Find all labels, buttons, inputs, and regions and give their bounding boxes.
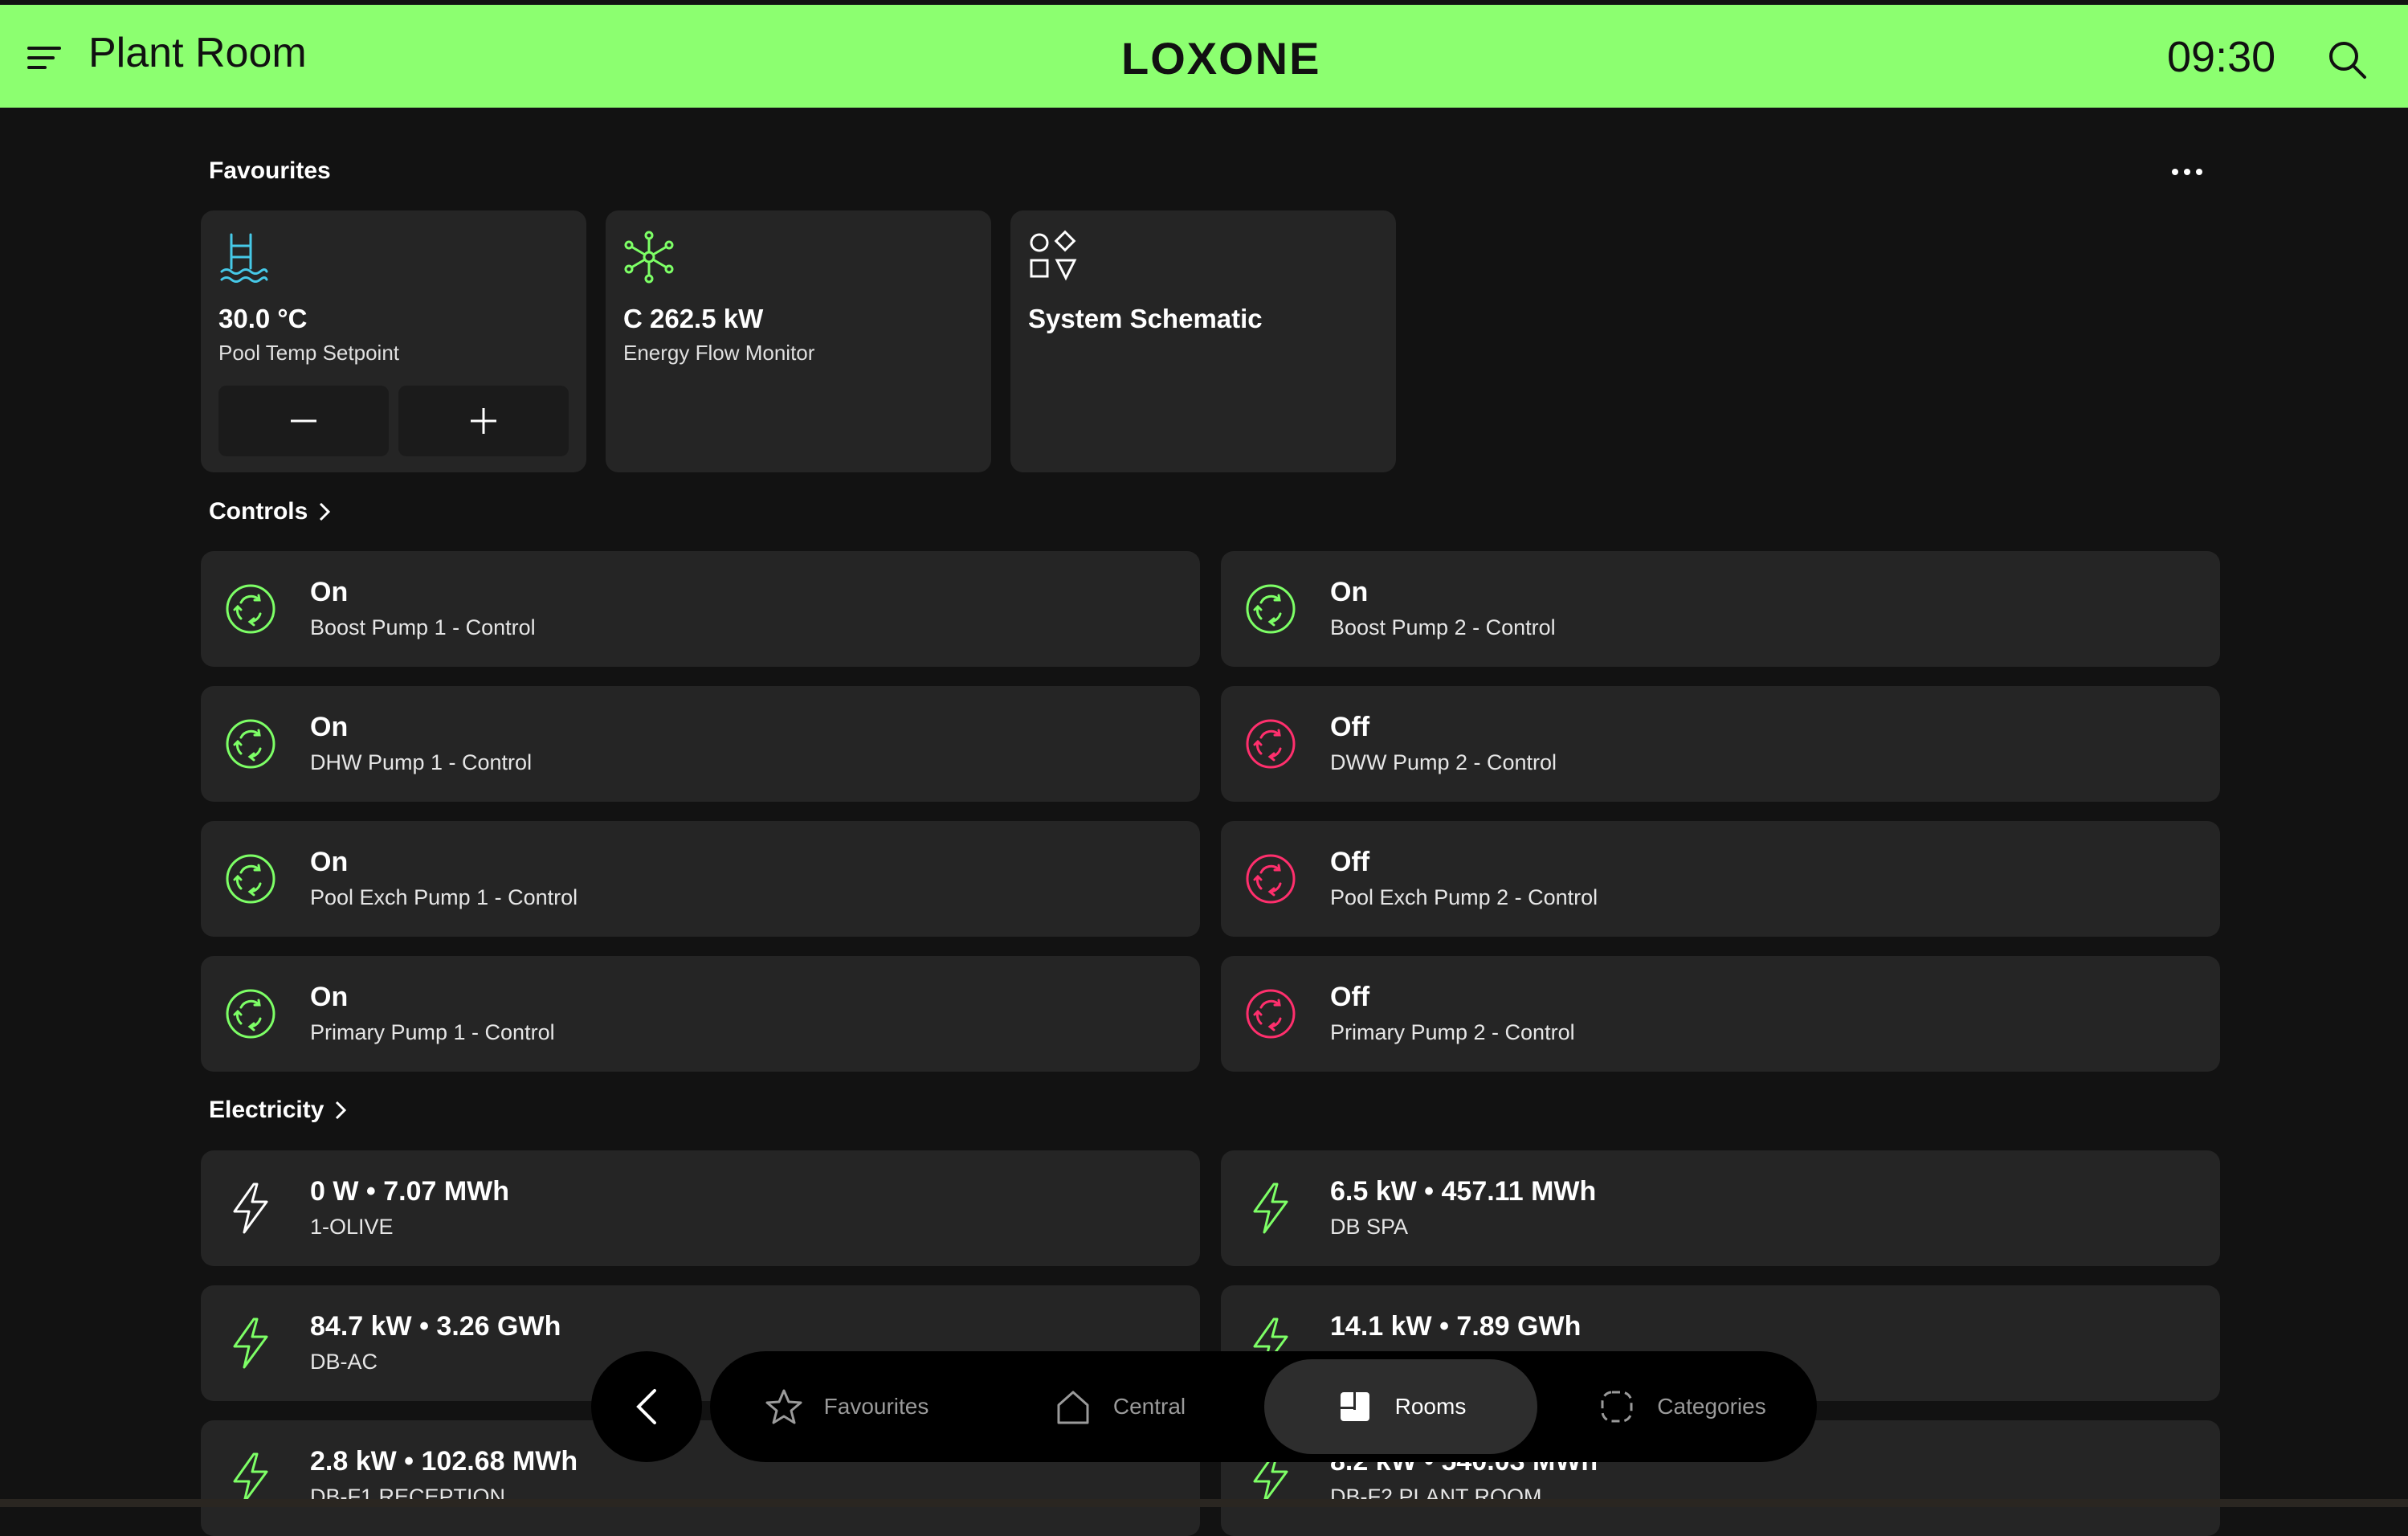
controls-title[interactable]: Controls <box>209 498 308 525</box>
pump-cycle-icon <box>1246 854 1296 904</box>
control-state: On <box>310 982 349 1012</box>
control-name: Boost Pump 2 - Control <box>1330 615 1556 639</box>
pool-temp-label: Pool Temp Setpoint <box>218 341 399 365</box>
nav-rooms-label: Rooms <box>1394 1394 1467 1419</box>
window-edge <box>0 1499 2408 1507</box>
pump-cycle-icon <box>226 989 275 1039</box>
shapes-icon <box>1030 230 1077 281</box>
control-tile[interactable]: On Boost Pump 2 - Control <box>1221 551 2220 667</box>
room-title[interactable]: Plant Room <box>88 29 307 77</box>
control-state: On <box>310 712 349 742</box>
favourite-pool-temp[interactable]: 30.0 °C Pool Temp Setpoint <box>201 210 586 472</box>
control-name: Pool Exch Pump 1 - Control <box>310 885 578 909</box>
pump-cycle-icon <box>226 854 275 904</box>
control-state: Off <box>1330 982 1370 1012</box>
lightning-icon <box>233 1452 268 1504</box>
top-bar: Plant Room LOXONE 09:30 <box>0 5 2408 108</box>
lightning-icon <box>1253 1183 1288 1234</box>
control-tile[interactable]: On Primary Pump 1 - Control <box>201 956 1200 1072</box>
meter-value: 14.1 kW • 7.89 GWh <box>1330 1311 1582 1342</box>
meter-value: 84.7 kW • 3.26 GWh <box>310 1311 561 1342</box>
nav-categories-label: Categories <box>1657 1394 1766 1419</box>
control-name: DWW Pump 2 - Control <box>1330 750 1557 774</box>
decrease-button[interactable] <box>218 386 389 456</box>
pump-cycle-icon <box>226 719 275 769</box>
brand-logo: LOXONE <box>1121 33 1321 84</box>
pump-cycle-icon <box>1246 989 1296 1039</box>
lightning-icon <box>233 1183 268 1234</box>
chevron-left-icon <box>636 1389 656 1424</box>
rooms-icon <box>1340 1392 1369 1421</box>
chevron-right-icon[interactable] <box>316 499 333 525</box>
meter-value: 2.8 kW • 102.68 MWh <box>310 1446 578 1477</box>
system-schematic-label: System Schematic <box>1028 304 1263 333</box>
clock: 09:30 <box>2167 33 2276 81</box>
electricity-heading[interactable]: Electricity <box>209 1097 349 1124</box>
control-name: Primary Pump 2 - Control <box>1330 1020 1575 1044</box>
favourite-energy-flow[interactable]: C 262.5 kW Energy Flow Monitor <box>606 210 991 472</box>
controls-heading[interactable]: Controls <box>209 498 333 525</box>
energy-flow-icon <box>624 231 674 284</box>
control-name: Boost Pump 1 - Control <box>310 615 536 639</box>
pump-cycle-icon <box>1246 584 1296 634</box>
control-state: On <box>1330 577 1369 607</box>
pool-temp-value: 30.0 °C <box>218 304 308 333</box>
control-tile[interactable]: Off DWW Pump 2 - Control <box>1221 686 2220 802</box>
nav-central-label: Central <box>1112 1394 1186 1419</box>
meter-value: 0 W • 7.07 MWh <box>310 1176 510 1207</box>
nav-favourites-label: Favourites <box>823 1394 929 1419</box>
control-name: Pool Exch Pump 2 - Control <box>1330 885 1598 909</box>
nav-central[interactable]: Central <box>1031 1359 1208 1454</box>
meter-name: 1-OLIVE <box>310 1215 394 1239</box>
control-name: DHW Pump 1 - Control <box>310 750 533 774</box>
chevron-right-icon[interactable] <box>332 1097 349 1123</box>
favourite-system-schematic[interactable]: System Schematic <box>1010 210 1396 472</box>
meter-name: DB SPA <box>1330 1215 1409 1239</box>
control-tile[interactable]: On Boost Pump 1 - Control <box>201 551 1200 667</box>
lightning-icon <box>233 1317 268 1369</box>
back-button[interactable] <box>591 1351 702 1462</box>
minus-icon <box>291 419 316 423</box>
control-state: On <box>310 577 349 607</box>
more-options-icon[interactable] <box>2169 157 2206 186</box>
control-tile[interactable]: On Pool Exch Pump 1 - Control <box>201 821 1200 937</box>
pool-ladder-icon <box>220 233 268 283</box>
plus-icon <box>471 408 496 434</box>
energy-flow-label: Energy Flow Monitor <box>623 341 815 365</box>
search-icon[interactable] <box>2326 39 2368 80</box>
favourites-title: Favourites <box>209 157 331 184</box>
star-icon <box>765 1389 802 1424</box>
increase-button[interactable] <box>398 386 569 456</box>
meter-tile[interactable]: 0 W • 7.07 MWh 1-OLIVE <box>201 1150 1200 1266</box>
menu-icon[interactable] <box>26 40 63 72</box>
control-tile[interactable]: Off Primary Pump 2 - Control <box>1221 956 2220 1072</box>
meter-value: 6.5 kW • 457.11 MWh <box>1330 1176 1597 1207</box>
nav-rooms[interactable]: Rooms <box>1264 1359 1537 1454</box>
bottom-navigation: Favourites Central Rooms Categories <box>710 1351 1817 1462</box>
nav-favourites[interactable]: Favourites <box>742 1359 951 1454</box>
meter-name: DB-AC <box>310 1350 378 1374</box>
favourites-heading: Favourites <box>209 157 331 185</box>
categories-icon <box>1601 1391 1633 1423</box>
pump-cycle-icon <box>1246 719 1296 769</box>
control-name: Primary Pump 1 - Control <box>310 1020 555 1044</box>
control-state: Off <box>1330 712 1370 742</box>
nav-categories[interactable]: Categories <box>1577 1359 1786 1454</box>
control-tile[interactable]: On DHW Pump 1 - Control <box>201 686 1200 802</box>
home-icon <box>1057 1391 1089 1424</box>
energy-flow-value: C 262.5 kW <box>623 304 764 333</box>
control-state: On <box>310 847 349 877</box>
meter-tile[interactable]: 6.5 kW • 457.11 MWh DB SPA <box>1221 1150 2220 1266</box>
pump-cycle-icon <box>226 584 275 634</box>
control-state: Off <box>1330 847 1370 877</box>
electricity-title[interactable]: Electricity <box>209 1097 324 1124</box>
control-tile[interactable]: Off Pool Exch Pump 2 - Control <box>1221 821 2220 937</box>
